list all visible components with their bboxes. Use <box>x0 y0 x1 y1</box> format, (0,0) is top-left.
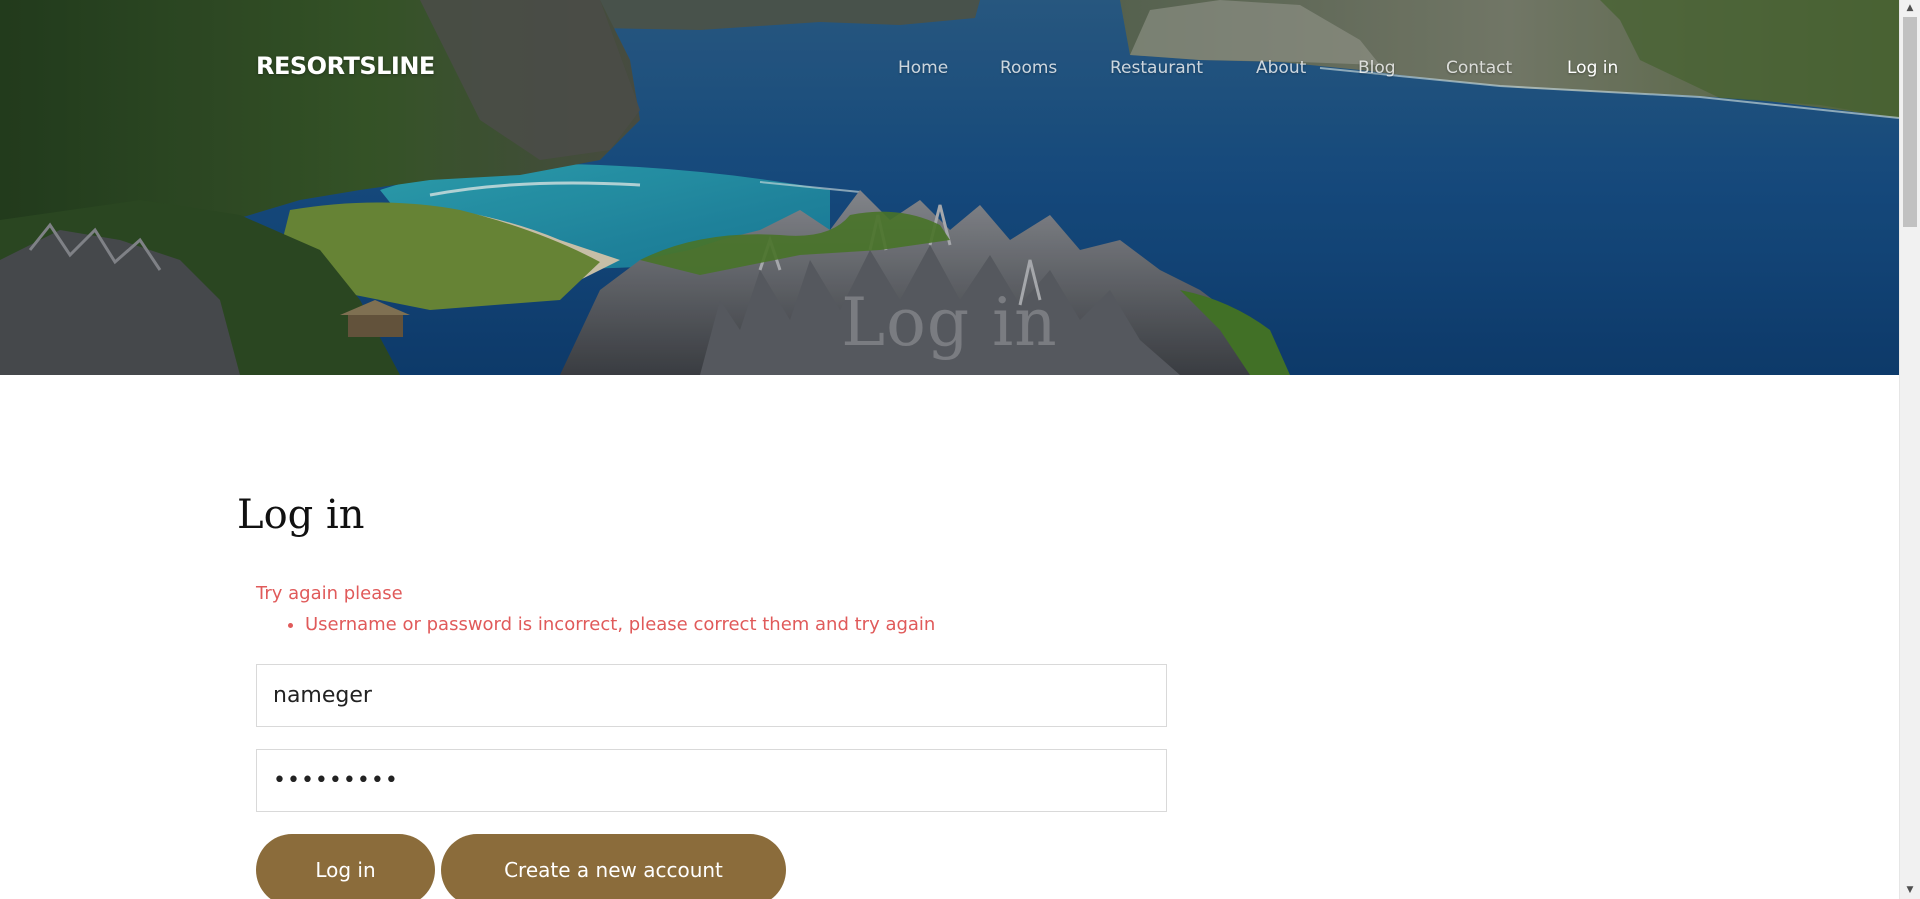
error-heading: Try again please <box>256 583 403 604</box>
page-scrollbar[interactable]: ▲ ▼ <box>1899 0 1920 899</box>
nav-home[interactable]: Home <box>898 58 948 78</box>
nav-restaurant[interactable]: Restaurant <box>1110 58 1203 78</box>
nav-login[interactable]: Log in <box>1567 58 1618 78</box>
hero-title: Log in <box>841 284 1058 361</box>
error-list: Username or password is incorrect, pleas… <box>256 614 935 635</box>
username-input[interactable] <box>256 664 1167 727</box>
page: RESORTSLINE Home Rooms Restaurant About … <box>0 0 1920 899</box>
hero-banner: RESORTSLINE Home Rooms Restaurant About … <box>0 0 1899 375</box>
nav-rooms[interactable]: Rooms <box>1000 58 1057 78</box>
error-message: Username or password is incorrect, pleas… <box>305 614 935 635</box>
arrow-down-icon[interactable]: ▼ <box>1900 882 1920 899</box>
main-nav: Home Rooms Restaurant About Blog Contact… <box>0 58 1620 84</box>
arrow-up-icon[interactable]: ▲ <box>1900 0 1920 17</box>
create-account-button[interactable]: Create a new account <box>441 834 786 899</box>
page-title: Log in <box>237 492 365 538</box>
nav-about[interactable]: About <box>1256 58 1306 78</box>
scrollbar-thumb[interactable] <box>1903 17 1917 227</box>
password-input[interactable] <box>256 749 1167 812</box>
login-button[interactable]: Log in <box>256 834 435 899</box>
nav-contact[interactable]: Contact <box>1446 58 1512 78</box>
nav-blog[interactable]: Blog <box>1358 58 1396 78</box>
